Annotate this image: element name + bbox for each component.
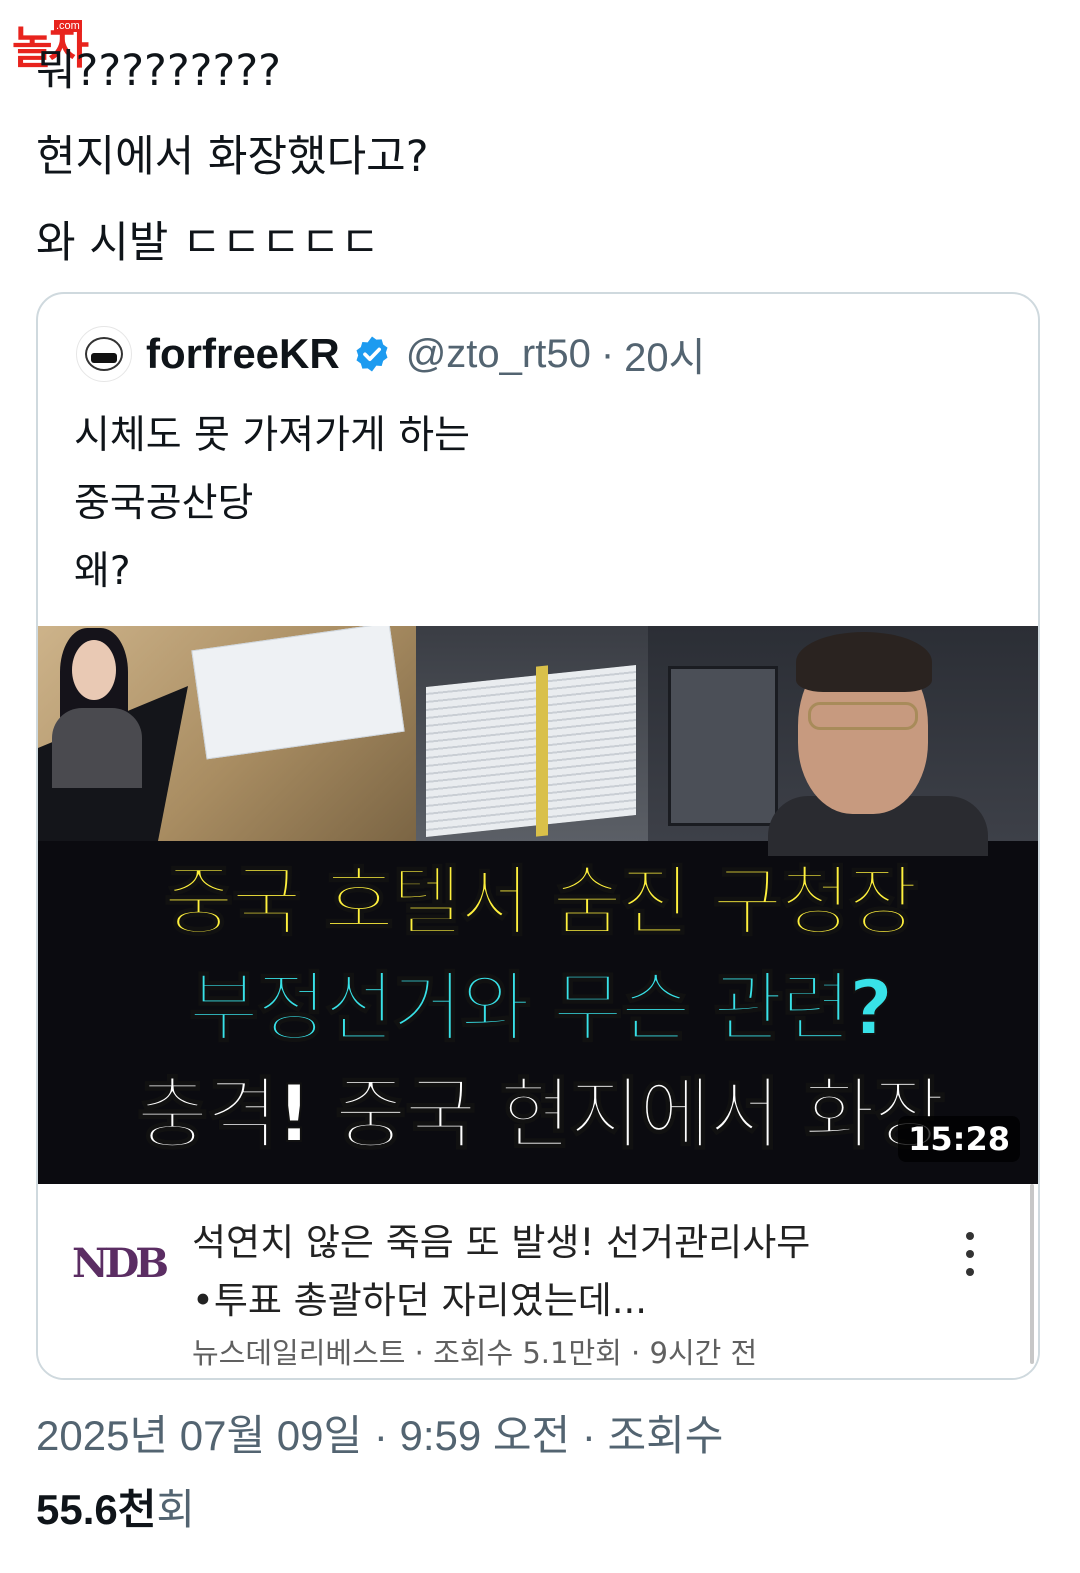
tweet-text-line-3: 와 시발 ㄷㄷㄷㄷㄷ bbox=[36, 218, 380, 268]
quoted-tweet-text: 시체도 못 가져가게 하는 중국공산당 왜? bbox=[74, 402, 470, 606]
quoted-text-line-1: 시체도 못 가져가게 하는 bbox=[74, 413, 470, 458]
video-title-line-1: 석연치 않은 죽음 또 발생! 선거관리사무 bbox=[192, 1221, 811, 1264]
thumbnail-photo-ballots bbox=[416, 626, 648, 841]
avatar-face-icon bbox=[85, 337, 123, 371]
quoted-tweet-header: forfreeKR @zto_rt50 · 20시 bbox=[76, 324, 705, 384]
kebab-dots-icon bbox=[966, 1232, 974, 1276]
video-info-row[interactable]: NDB 석연치 않은 죽음 또 발생! 선거관리사무 •투표 총괄하던 자리였는… bbox=[38, 1184, 1038, 1378]
quoted-text-line-3: 왜? bbox=[74, 549, 131, 594]
views-count: 55.6천 bbox=[36, 1486, 157, 1533]
video-duration-badge: 15:28 bbox=[898, 1116, 1020, 1162]
tweet-date[interactable]: 2025년 07월 09일 bbox=[36, 1412, 362, 1459]
separator-dot: · bbox=[373, 1412, 388, 1459]
quoted-text-line-2: 중국공산당 bbox=[74, 481, 254, 526]
views-unit: 회 bbox=[156, 1486, 196, 1533]
avatar[interactable] bbox=[76, 326, 132, 382]
thumbnail-headline-3: 충격! 중국 현지에서 화장 bbox=[136, 1069, 947, 1161]
thumbnail-headline-2: 부정선거와 무슨 관련? bbox=[188, 962, 894, 1053]
tweet-time[interactable]: 9:59 오전 bbox=[399, 1412, 570, 1459]
quoted-tweet-card[interactable]: forfreeKR @zto_rt50 · 20시 시체도 못 가져가게 하는 … bbox=[36, 292, 1040, 1380]
video-title[interactable]: 석연치 않은 죽음 또 발생! 선거관리사무 •투표 총괄하던 자리였는데... bbox=[192, 1214, 810, 1330]
thumbnail-anchor-image bbox=[52, 628, 152, 788]
tweet-text-line-2: 현지에서 화장했다고? bbox=[36, 132, 429, 182]
verified-badge-icon bbox=[356, 336, 388, 372]
separator-dot: · bbox=[600, 331, 615, 376]
kebab-menu-icon[interactable] bbox=[950, 1224, 990, 1284]
views-label: 조회수 bbox=[607, 1412, 724, 1459]
thumbnail-headline-1: 중국 호텔서 숨진 구청장 bbox=[163, 856, 920, 947]
tweet-views-row[interactable]: 55.6천회 bbox=[36, 1478, 195, 1542]
tweet-text: 뭐????????? 현지에서 화장했다고? 와 시발 ㄷㄷㄷㄷㄷ bbox=[36, 28, 429, 286]
tweet-text-line-1: 뭐????????? bbox=[36, 46, 281, 96]
video-meta: 뉴스데일리베스트 · 조회수 5.1만회 · 9시간 전 bbox=[192, 1336, 758, 1370]
quoted-author-handle[interactable]: @zto_rt50 bbox=[406, 332, 591, 377]
tweet-timestamp-row: 2025년 07월 09일 · 9:59 오전 · 조회수 bbox=[36, 1404, 723, 1468]
thumbnail-photo-man bbox=[648, 626, 1038, 856]
quoted-tweet-time[interactable]: 20시 bbox=[624, 325, 705, 383]
channel-logo[interactable]: NDB bbox=[72, 1240, 169, 1287]
quoted-author-name[interactable]: forfreeKR bbox=[146, 330, 340, 378]
video-thumbnail[interactable]: 중국 호텔서 숨진 구청장 부정선거와 무슨 관련? 충격! 중국 현지에서 화… bbox=[38, 626, 1038, 1184]
scrollbar[interactable] bbox=[1030, 1184, 1034, 1364]
separator-dot: · bbox=[581, 1412, 596, 1459]
video-title-line-2: •투표 총괄하던 자리였는데... bbox=[192, 1279, 648, 1322]
